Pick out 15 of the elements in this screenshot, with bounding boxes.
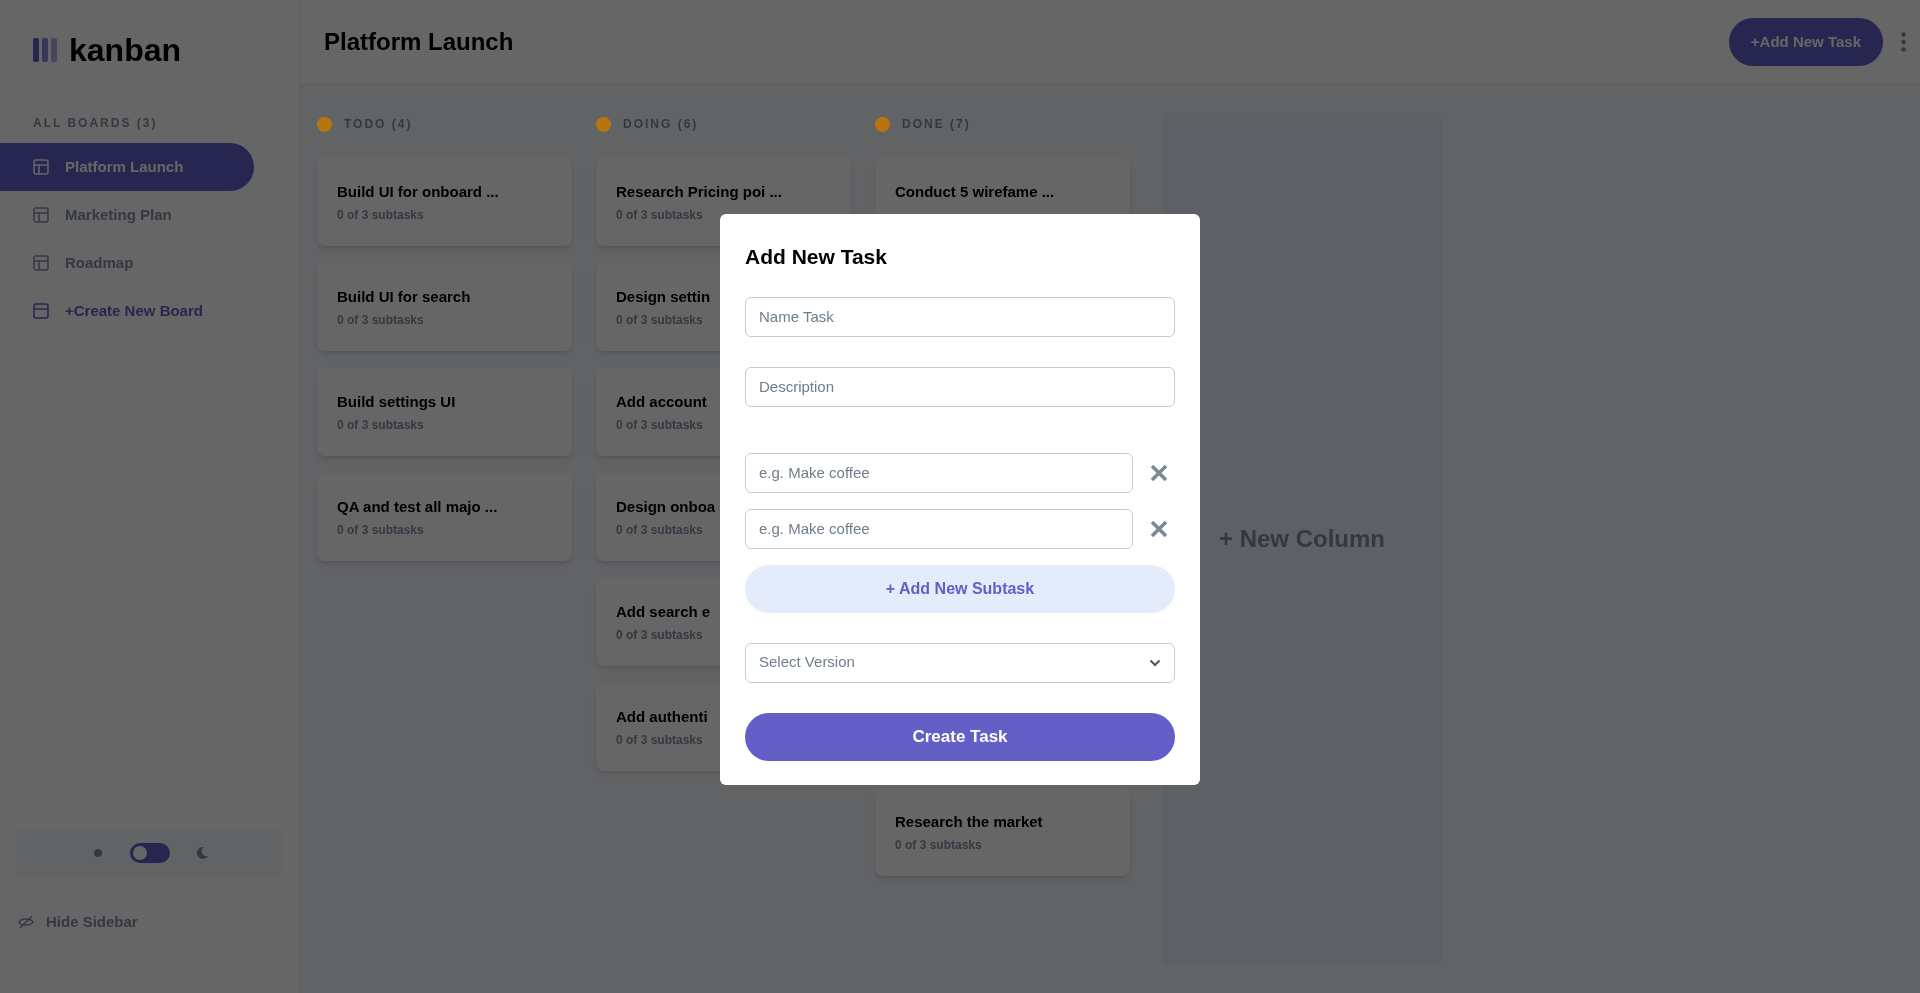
task-title: Add account <box>616 391 707 412</box>
task-title: Design settin <box>616 286 711 307</box>
app-logo: kanban <box>69 31 182 70</box>
task-title: Build UI for search <box>337 286 471 307</box>
task-title: Design onboa <box>616 496 716 517</box>
board-title: Platform Launch <box>324 27 514 57</box>
task-title: Research Pricing poi ... <box>616 181 782 202</box>
task-title: Build settings UI <box>337 391 456 412</box>
task-title: Build UI for onboard ... <box>337 181 499 202</box>
task-title: QA and test all majo ... <box>337 496 498 517</box>
task-title: Conduct 5 wirefame ... <box>895 181 1055 202</box>
task-title: Add search e <box>616 601 711 622</box>
dialog-title: Add New Task <box>745 244 888 270</box>
task-title: Add authenti <box>616 706 708 727</box>
task-title: Research the market <box>895 811 1043 832</box>
